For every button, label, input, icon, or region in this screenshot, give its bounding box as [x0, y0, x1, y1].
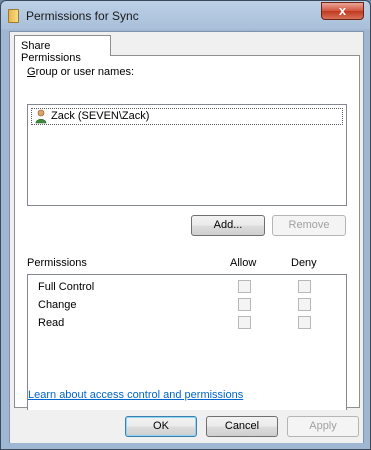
close-button[interactable]: x	[321, 2, 364, 20]
full-control-deny-checkbox[interactable]	[298, 280, 311, 293]
user-icon	[35, 109, 47, 124]
share-permissions-panel: Group or user names: Zack (SEVEN\Zack) A…	[14, 55, 360, 418]
remove-button-label: Remove	[288, 219, 330, 231]
full-control-allow-checkbox[interactable]	[238, 280, 251, 293]
remove-button[interactable]: Remove	[272, 215, 346, 236]
deny-header: Deny	[291, 257, 317, 269]
ok-button-label: OK	[153, 420, 169, 432]
access-control-help-link[interactable]: Learn about access control and permissio…	[28, 389, 243, 401]
cancel-button[interactable]: Cancel	[206, 416, 278, 437]
permission-name: Change	[38, 299, 77, 311]
group-label-rest: roup or user names:	[35, 66, 134, 78]
list-item[interactable]: Zack (SEVEN\Zack)	[31, 108, 343, 125]
permission-row-change: Change	[38, 297, 338, 315]
allow-header: Allow	[230, 257, 257, 269]
read-allow-checkbox[interactable]	[238, 316, 251, 329]
permission-name: Full Control	[38, 281, 95, 293]
group-or-user-names-label: Group or user names:	[27, 66, 134, 78]
read-deny-checkbox[interactable]	[298, 316, 311, 329]
close-icon: x	[338, 3, 347, 18]
apply-button[interactable]: Apply	[287, 416, 359, 437]
change-deny-checkbox[interactable]	[298, 298, 311, 311]
permission-row-read: Read	[38, 315, 338, 333]
change-allow-checkbox[interactable]	[238, 298, 251, 311]
permission-row-full-control: Full Control	[38, 279, 338, 297]
add-button-label: Add...	[213, 219, 243, 231]
cancel-button-label: Cancel	[224, 420, 260, 432]
folder-icon	[8, 9, 19, 23]
add-button[interactable]: Add...	[191, 215, 265, 236]
window-title: Permissions for Sync	[26, 9, 139, 23]
title-bar[interactable]: Permissions for Sync x	[1, 1, 370, 31]
user-name: Zack (SEVEN\Zack)	[51, 110, 150, 122]
permission-name: Read	[38, 317, 65, 329]
dialog-button-bar: OK Cancel Apply	[10, 410, 363, 443]
user-list[interactable]: Zack (SEVEN\Zack)	[27, 104, 347, 206]
permissions-dialog: Permissions for Sync x Share Permissions…	[0, 0, 371, 450]
tab-share-permissions[interactable]: Share Permissions	[14, 35, 111, 64]
dialog-body: Share Permissions Group or user names: Z…	[9, 31, 364, 443]
ok-button[interactable]: OK	[125, 416, 197, 437]
apply-button-label: Apply	[309, 420, 337, 432]
permissions-header: Permissions	[27, 257, 87, 269]
